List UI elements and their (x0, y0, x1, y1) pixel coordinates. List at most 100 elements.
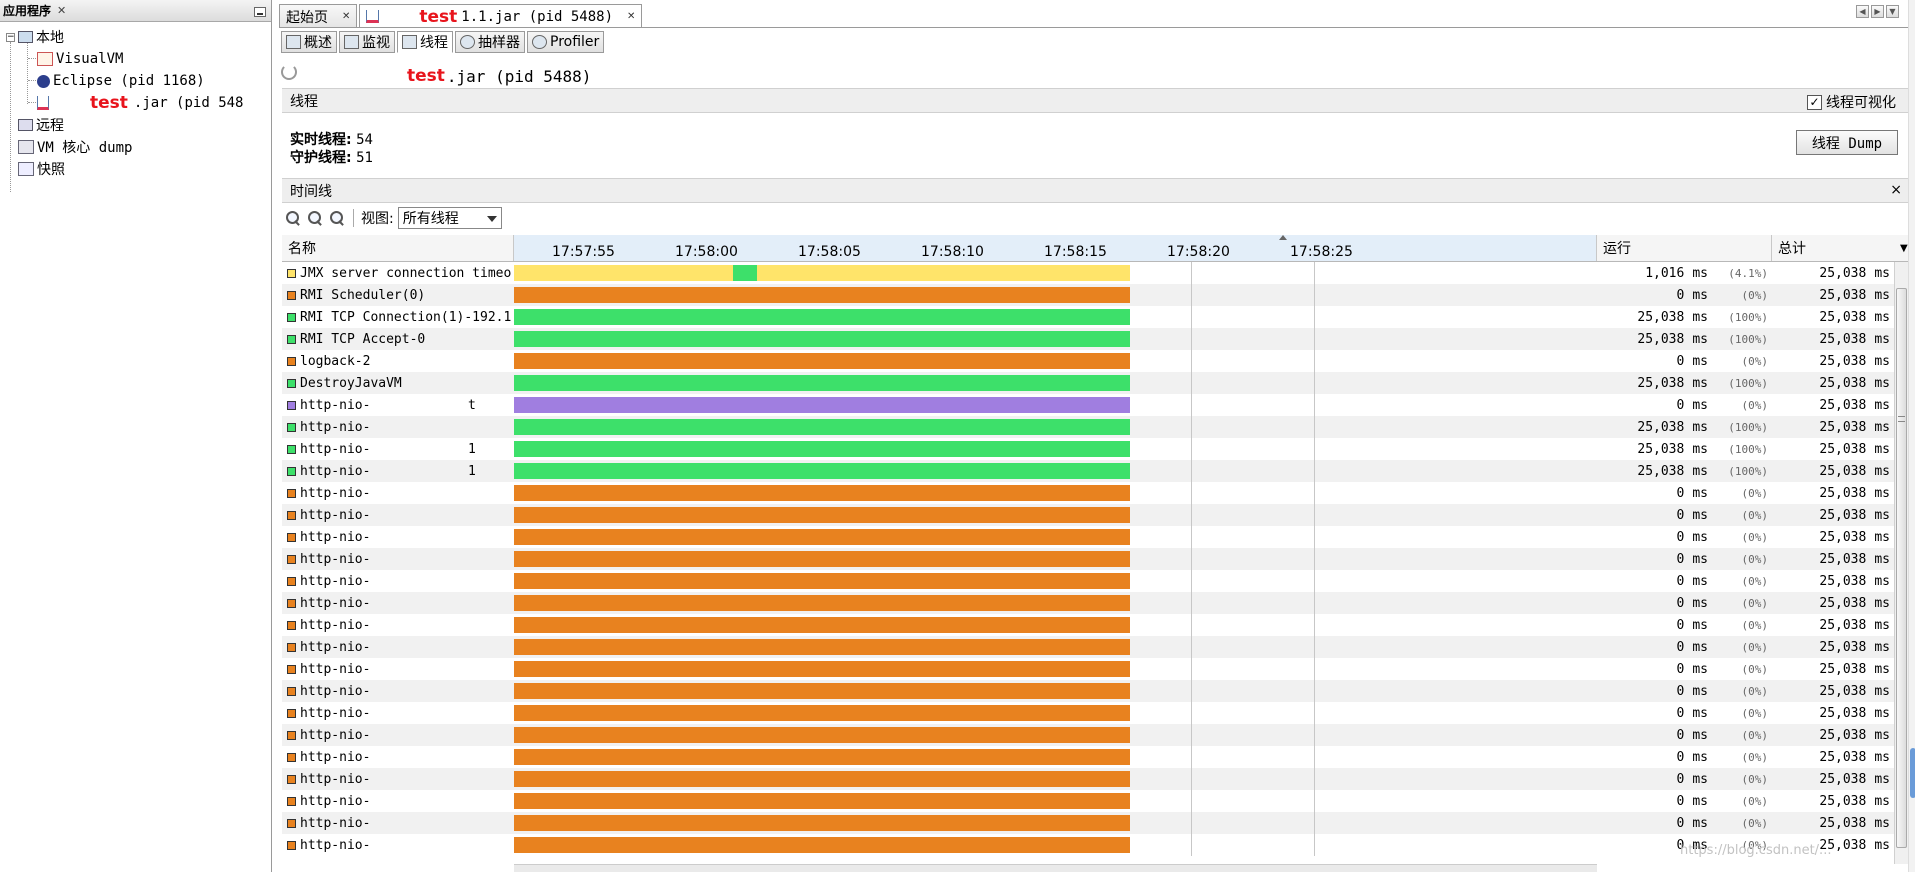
thread-state-swatch (287, 444, 296, 454)
thread-name: DestroyJavaVM (282, 372, 514, 394)
run-percent: (0%) (1741, 640, 1769, 654)
thread-state-swatch (287, 752, 296, 762)
table-row[interactable]: http-nio- 1 25,038 ms (100%) 25,038 ms (282, 438, 1894, 460)
thread-run-time: 0 ms (0%) (1597, 724, 1772, 746)
table-row[interactable]: http-nio- 0 ms (0%) 25,038 ms (282, 658, 1894, 680)
thread-timeline (514, 746, 1597, 768)
table-row[interactable]: RMI Scheduler(0) 0 ms (0%) 25,038 ms (282, 284, 1894, 306)
thread-total-time: 25,038 ms (1772, 262, 1894, 284)
thread-name-label: http-nio- (300, 397, 371, 413)
table-row[interactable]: http-nio- 0 ms (0%) 25,038 ms (282, 790, 1894, 812)
thread-state-bar (757, 265, 1130, 281)
minimize-icon[interactable] (254, 7, 266, 17)
run-value: 25,038 (1637, 309, 1685, 325)
table-row[interactable]: http-nio- 0 ms (0%) 25,038 ms (282, 614, 1894, 636)
expand-toggle[interactable]: − (6, 33, 15, 42)
column-name[interactable]: 名称 (282, 235, 514, 261)
table-row[interactable]: http-nio- 0 ms (0%) 25,038 ms (282, 548, 1894, 570)
timeline-scrollbar[interactable] (514, 864, 1597, 872)
column-total[interactable]: 总计 (1772, 235, 1898, 261)
thread-state-bar (514, 441, 1130, 457)
thread-timeline (514, 614, 1597, 636)
close-tab-icon[interactable]: ✕ (627, 11, 635, 22)
scroll-right-icon[interactable]: ▶ (1871, 5, 1884, 18)
timeline-gridline (1191, 438, 1192, 460)
table-row[interactable]: DestroyJavaVM 25,038 ms (100%) 25,038 ms (282, 372, 1894, 394)
table-row[interactable]: JMX server connection timeo 1,016 ms (4.1%)… (282, 262, 1894, 284)
run-unit: ms (1692, 375, 1708, 391)
total-unit: ms (1874, 683, 1890, 699)
thread-state-swatch (287, 598, 296, 608)
table-row[interactable]: http-nio- 0 ms (0%) 25,038 ms (282, 768, 1894, 790)
table-row[interactable]: http-nio- 0 ms (0%) 25,038 ms (282, 636, 1894, 658)
tree-node-coredump[interactable]: VM 核心 dump (18, 136, 132, 158)
thread-name-suffix: 1 (468, 463, 476, 479)
column-timeline[interactable]: 17:57:55 17:58:00 17:58:05 17:58:10 17:5… (514, 235, 1597, 261)
close-icon[interactable]: ✕ (57, 4, 66, 17)
table-row[interactable]: http-nio- 0 ms (0%) 25,038 ms (282, 702, 1894, 724)
total-value: 25,038 (1819, 441, 1867, 457)
table-row[interactable]: http-nio-t 0 ms (0%) 25,038 ms (282, 394, 1894, 416)
total-unit: ms (1874, 705, 1890, 721)
tab-sampler[interactable]: 抽样器 (455, 31, 525, 53)
table-row[interactable]: http-nio- 0 ms (0%) 25,038 ms (282, 504, 1894, 526)
table-row[interactable]: RMI TCP Accept-0 25,038 ms (100%) 25,038 ms (282, 328, 1894, 350)
total-value: 25,038 (1819, 551, 1867, 567)
tab-start-page[interactable]: 起始页 ✕ (279, 4, 358, 28)
tab-monitor[interactable]: 监视 (339, 31, 395, 53)
table-row[interactable]: logback-2 0 ms (0%) 25,038 ms (282, 350, 1894, 372)
column-menu-icon[interactable]: ▼ (1894, 235, 1908, 261)
scrollbar-thumb[interactable] (1910, 748, 1915, 798)
thread-state-swatch (287, 334, 296, 344)
tree-node-local[interactable]: 本地 (18, 26, 64, 48)
tab-threads[interactable]: 线程 (397, 31, 453, 53)
column-run[interactable]: 运行 (1597, 235, 1772, 261)
tree-node-visualvm[interactable]: VisualVM (37, 48, 123, 70)
table-row[interactable]: http-nio- 0 ms (0%) 25,038 ms (282, 834, 1894, 856)
table-row[interactable]: http-nio- 1 25,038 ms (100%) 25,038 ms (282, 460, 1894, 482)
table-row[interactable]: http-nio- 0 ms (0%) 25,038 ms (282, 482, 1894, 504)
zoom-out-icon[interactable] (306, 209, 324, 227)
total-value: 25,038 (1819, 683, 1867, 699)
run-value: 0 (1676, 661, 1685, 677)
scroll-left-icon[interactable]: ◀ (1856, 5, 1869, 18)
table-row[interactable]: http-nio- 25,038 ms (100%) 25,038 ms (282, 416, 1894, 438)
table-row[interactable]: http-nio- 0 ms (0%) 25,038 ms (282, 746, 1894, 768)
thread-name-label: http-nio- (300, 573, 371, 589)
table-row[interactable]: http-nio- 0 ms (0%) 25,038 ms (282, 724, 1894, 746)
zoom-in-icon[interactable] (284, 209, 302, 227)
checkbox[interactable]: ✓ (1807, 94, 1822, 110)
thread-dump-button[interactable]: 线程 Dump (1796, 130, 1898, 155)
table-row[interactable]: http-nio- 0 ms (0%) 25,038 ms (282, 592, 1894, 614)
tab-profiler[interactable]: Profiler (527, 31, 605, 53)
window-scrollbar[interactable] (1908, 0, 1915, 872)
tree-node-snapshots[interactable]: 快照 (18, 158, 65, 180)
table-row[interactable]: http-nio- 0 ms (0%) 25,038 ms (282, 526, 1894, 548)
scrollbar-thumb[interactable] (1896, 288, 1907, 848)
section-title: 线程 (290, 93, 318, 110)
tree-node-eclipse[interactable]: Eclipse (pid 1168) (37, 70, 205, 92)
tree-node-remote[interactable]: 远程 (18, 114, 64, 136)
tree-node-app[interactable]: test .jar (pid 548 (37, 92, 243, 114)
timeline-gridline (1314, 284, 1315, 306)
tick-label: 17:58:00 (675, 244, 738, 260)
zoom-fit-icon[interactable] (328, 209, 346, 227)
close-icon[interactable]: × (1890, 182, 1902, 198)
table-row[interactable]: RMI TCP Connection(1)-192.1 25,038 ms (100%… (282, 306, 1894, 328)
view-select[interactable]: 所有线程 (397, 207, 502, 229)
close-tab-icon[interactable]: ✕ (342, 11, 350, 22)
thread-state-swatch (287, 400, 296, 410)
tab-overview[interactable]: 概述 (281, 31, 337, 53)
thread-visualization-toggle[interactable]: ✓ 线程可视化 (1807, 92, 1896, 112)
tab-list-icon[interactable]: ▼ (1886, 5, 1899, 18)
tick-label: 17:58:10 (921, 244, 984, 260)
table-row[interactable]: http-nio- 0 ms (0%) 25,038 ms (282, 812, 1894, 834)
table-row[interactable]: http-nio- 0 ms (0%) 25,038 ms (282, 680, 1894, 702)
timeline-gridline (1314, 482, 1315, 504)
network-icon (18, 119, 33, 131)
table-scrollbar[interactable] (1894, 262, 1908, 864)
run-percent: (100%) (1728, 442, 1768, 456)
timeline-gridline (1314, 394, 1315, 416)
tab-application[interactable]: test 1.1.jar (pid 5488) ✕ (359, 4, 643, 28)
table-row[interactable]: http-nio- 0 ms (0%) 25,038 ms (282, 570, 1894, 592)
